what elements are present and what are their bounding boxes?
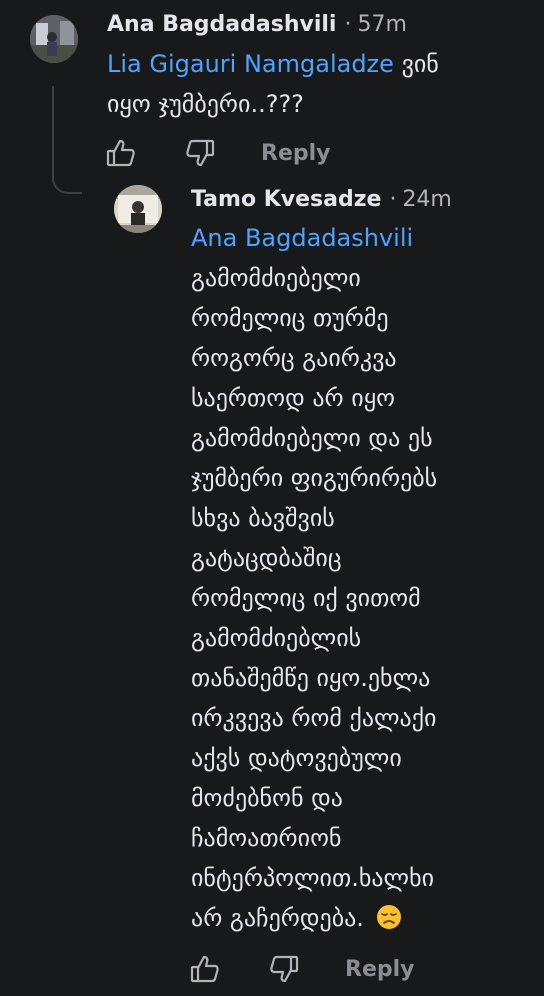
author-name[interactable]: Ana Bagdadashvili <box>107 12 336 37</box>
comment-text-line: თანაშემწე იყო.ეხლა <box>191 664 431 692</box>
comment-text-line: სხვა ბავშვის <box>191 504 335 532</box>
avatar[interactable] <box>114 185 162 233</box>
mention-link[interactable]: Ana Bagdadashvili <box>191 218 531 258</box>
author-name[interactable]: Tamo Kvesadze <box>191 187 381 212</box>
comment-text-line: ინტერპოლით.ხალხი <box>191 864 435 892</box>
avatar[interactable] <box>30 15 78 63</box>
separator-dot: · <box>389 187 397 212</box>
comment-text-line: რომელიც იქ ვითომ <box>191 584 421 612</box>
comment-text: Lia Gigauri Namgaladze ვინ იყო ჯუმბერი..… <box>107 44 527 124</box>
comment-text-line: ჩამოათრიონ <box>191 824 342 852</box>
comment-text-fragment: ვინ <box>401 50 439 78</box>
avatar-photo-icon <box>30 15 78 63</box>
comment-actions: Reply <box>104 136 331 170</box>
reply-button[interactable]: Reply <box>261 141 331 166</box>
comment-text-line: როგორც გაირკვა <box>191 344 397 372</box>
mention-link[interactable]: Lia Gigauri Namgaladze <box>107 50 394 78</box>
avatar-photo-icon <box>114 185 162 233</box>
comment-text-line: აქვს დატოვებული <box>191 744 402 772</box>
timestamp[interactable]: 24m <box>402 187 451 212</box>
like-icon[interactable] <box>188 952 222 986</box>
comment-text-line: ჯუმბერი ფიგურირებს <box>191 464 438 492</box>
comment-text: Ana Bagdadashvili გამომძიებელი რომელიც თ… <box>191 218 531 938</box>
comment-text-line: რომელიც თურმე <box>191 304 389 332</box>
comment-header: Tamo Kvesadze · 24m <box>191 187 452 212</box>
comment-actions: Reply <box>188 952 415 986</box>
thread-connector <box>52 150 82 194</box>
dislike-icon[interactable] <box>267 952 301 986</box>
comment-text-line: ირკვევა რომ ქალაქი <box>191 704 437 732</box>
reply-button[interactable]: Reply <box>345 957 415 982</box>
like-icon[interactable] <box>104 136 138 170</box>
comment-text-line: გატაცდბაშიც <box>191 544 342 572</box>
comment-header: Ana Bagdadashvili · 57m <box>107 12 407 37</box>
separator-dot: · <box>344 12 352 37</box>
comment-text-line: იყო ჯუმბერი..??? <box>107 90 304 118</box>
comment-text-line: საერთოდ არ იყო <box>191 384 395 412</box>
disappointed-face-icon <box>376 905 401 929</box>
dislike-icon[interactable] <box>183 136 217 170</box>
timestamp[interactable]: 57m <box>357 12 406 37</box>
comment-text-line: არ გაჩერდება. <box>191 904 364 932</box>
comment-text-line: მოძებნონ და <box>191 784 343 812</box>
comment-text-line: გამომძიებელი და ეს <box>191 424 433 452</box>
comment-text-line: გამომძიებელი <box>191 264 361 292</box>
comment-text-line: გამომძიებლის <box>191 624 362 652</box>
